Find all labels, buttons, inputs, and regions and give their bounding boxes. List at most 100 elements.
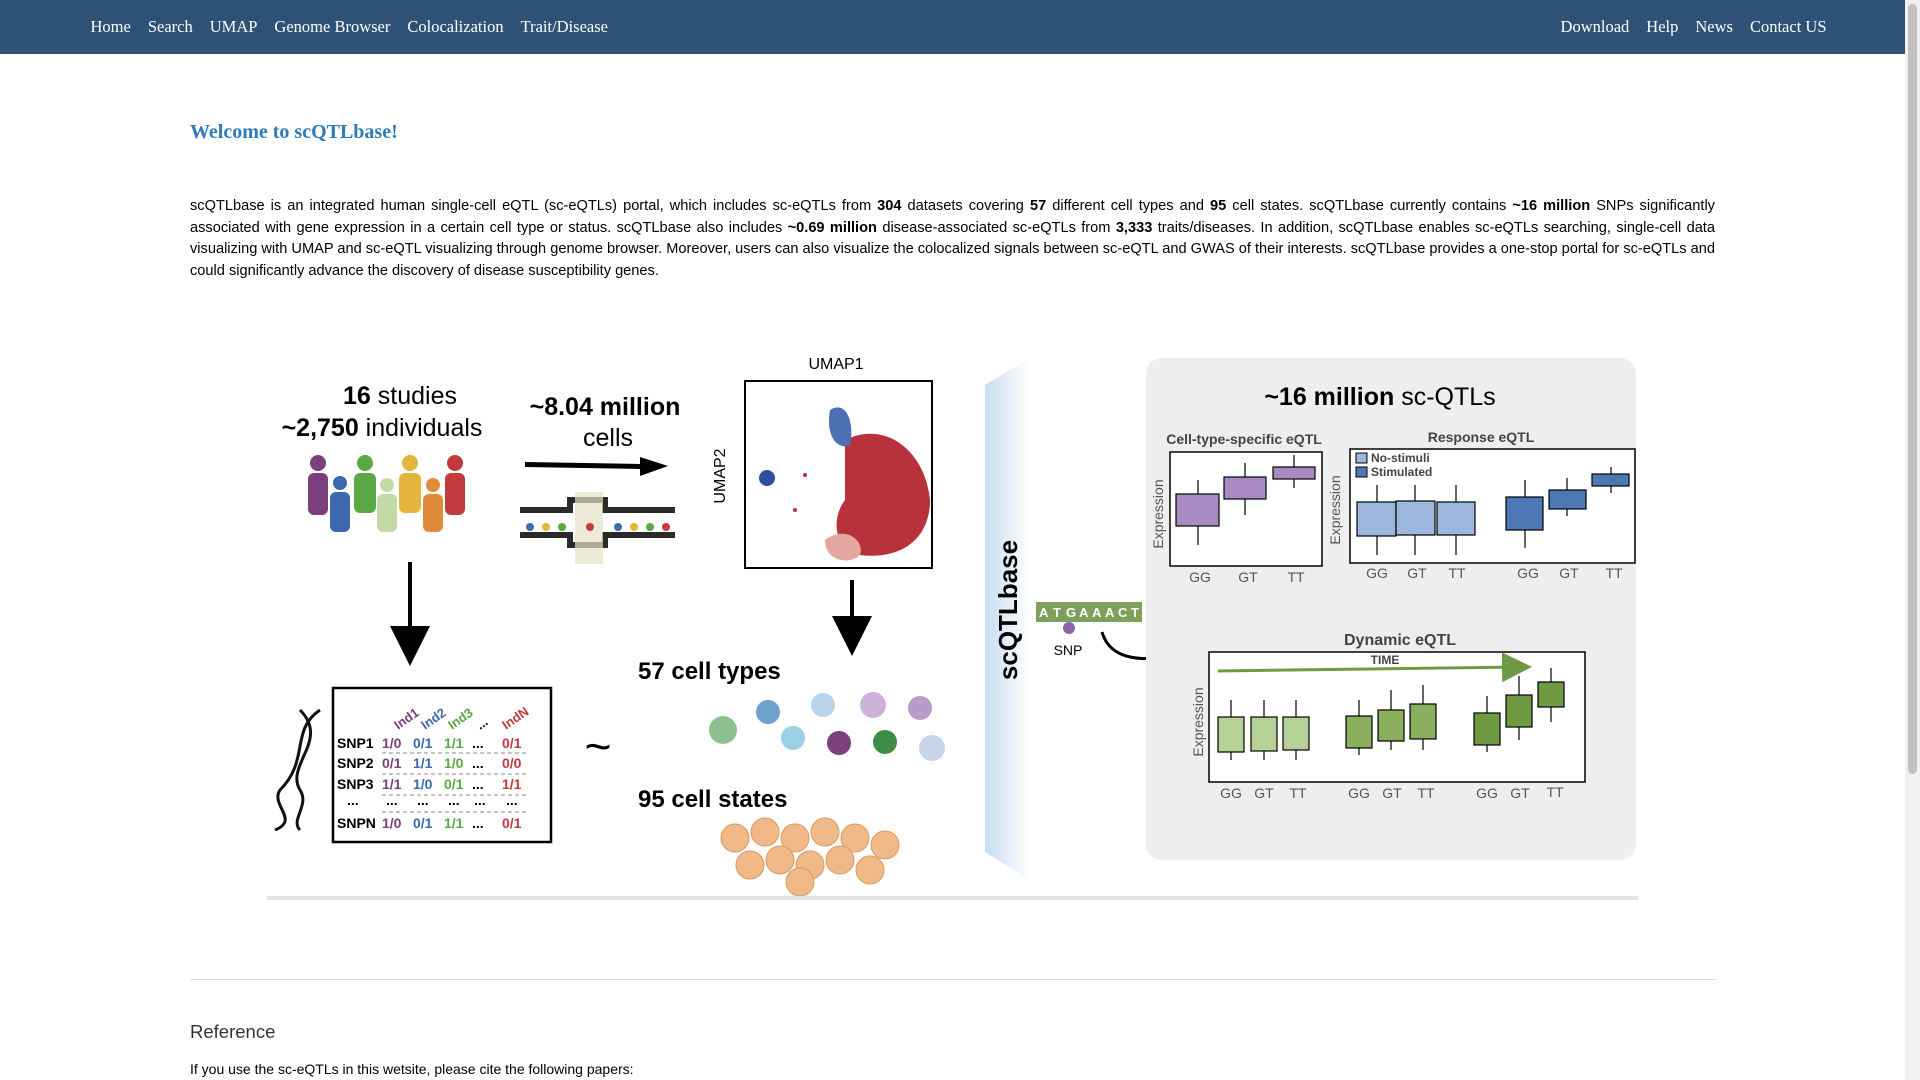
disease-eqtl-count: ~0.69 million <box>787 219 877 236</box>
intro-text: disease-associated sc-eQTLs from <box>876 219 1116 236</box>
scrollbar-thumb[interactable] <box>1908 4 1917 774</box>
matrix-cell: 1/0 <box>444 755 464 771</box>
umap1-label: UMAP1 <box>808 356 863 373</box>
ct-eqtl-title: Cell-type-specific eQTL <box>1166 431 1322 447</box>
resp-eqtl-title: Response eQTL <box>1428 429 1535 445</box>
nav-home[interactable]: Home <box>82 17 139 37</box>
resp-expression-label: Expression <box>1327 475 1343 544</box>
reference-heading: Reference <box>190 1021 276 1042</box>
brand-vertical-label: scQTLbase <box>993 540 1023 680</box>
cell-states-label: 95 cell states <box>638 786 787 813</box>
matrix-cell: 0/1 <box>413 815 433 831</box>
matrix-row-snp: SNP1 <box>337 735 374 751</box>
umap-clusters <box>759 407 930 561</box>
resp-geno-label: GG <box>1517 565 1539 581</box>
nav-umap[interactable]: UMAP <box>201 17 266 37</box>
dyn-geno-label: GT <box>1510 785 1530 801</box>
matrix-row-snp: SNPN <box>337 815 376 831</box>
snp-base: A <box>1092 605 1102 620</box>
snp-base: T <box>1053 605 1061 620</box>
dyn-geno-label: GG <box>1220 785 1242 801</box>
time-label: TIME <box>1371 653 1400 667</box>
individuals-label: ~2,750 individuals <box>282 414 483 442</box>
nav-download[interactable]: Download <box>1552 17 1638 37</box>
ct-geno-label: GT <box>1238 569 1258 585</box>
matrix-cell: 1/0 <box>413 776 433 792</box>
dyn-expression-label: Expression <box>1190 687 1206 756</box>
microfluidic-chip-icon <box>520 492 675 564</box>
intro-text: scQTLbase is an integrated human single-… <box>190 198 878 214</box>
cells-word-label: cells <box>583 424 633 452</box>
snp-label: SNP <box>1054 642 1083 658</box>
dyn-geno-label: GT <box>1254 785 1274 801</box>
nav-colocalization[interactable]: Colocalization <box>399 17 512 37</box>
intro-text: datasets covering <box>901 198 1030 214</box>
matrix-cell: 0/1 <box>382 755 402 771</box>
section-divider <box>190 979 1715 980</box>
matrix-cell: 1/1 <box>502 776 522 792</box>
snp-base: C <box>1118 605 1128 620</box>
matrix-cell: ... <box>448 792 460 808</box>
cell-type-count: 57 <box>1029 198 1047 214</box>
matrix-cell: ... <box>474 792 486 808</box>
people-icon <box>308 455 465 532</box>
nav-trait-disease[interactable]: Trait/Disease <box>512 17 616 37</box>
snp-marker <box>1063 622 1075 634</box>
matrix-cell: 1/1 <box>444 735 464 751</box>
dyn-geno-label: TT <box>1417 785 1435 801</box>
resp-geno-label: GG <box>1366 565 1388 581</box>
matrix-cell: 1/0 <box>382 815 402 831</box>
intro-text: cell states. scQTLbase currently contain… <box>1226 198 1513 214</box>
ct-geno-label: GG <box>1189 569 1211 585</box>
umap2-label: UMAP2 <box>712 448 729 503</box>
resp-geno-label: GT <box>1559 565 1579 581</box>
legend-swatch-no-stimuli <box>1355 452 1368 464</box>
dataset-count: 304 <box>877 198 902 214</box>
matrix-cell: 1/0 <box>382 735 402 751</box>
matrix-row-snp: SNP3 <box>337 776 374 792</box>
matrix-cell: ... <box>472 815 484 831</box>
matrix-cell: ... <box>472 735 484 751</box>
dna-helix-icon <box>274 708 321 832</box>
snp-base: A <box>1039 605 1049 620</box>
dyn-geno-label: GG <box>1476 785 1498 801</box>
nav-right-group: Download Help News Contact US <box>1552 0 1835 54</box>
nav-help[interactable]: Help <box>1638 17 1687 37</box>
cell-state-count: 95 <box>1210 198 1227 214</box>
nav-news[interactable]: News <box>1687 17 1742 37</box>
cell-types-label: 57 cell types <box>638 658 781 685</box>
matrix-cell: ... <box>472 776 484 792</box>
cell-types-icons <box>709 692 945 761</box>
dyn-geno-label: TT <box>1546 784 1564 800</box>
dyn-geno-label: TT <box>1289 785 1307 801</box>
nav-genome-browser[interactable]: Genome Browser <box>266 17 399 37</box>
qtl-count-label: ~16 million sc-QTLs <box>1264 383 1495 411</box>
snp-sequence: A T G A A A C T <box>1036 602 1142 622</box>
snp-base: A <box>1105 605 1115 620</box>
matrix-cell: 0/1 <box>502 815 522 831</box>
cells-count-label: ~8.04 million <box>530 393 681 421</box>
reference-text: If you use the sc-eQTLs in this wetsite,… <box>190 1061 634 1077</box>
vertical-scrollbar[interactable] <box>1905 0 1920 1080</box>
nav-search[interactable]: Search <box>139 17 201 37</box>
dyn-geno-label: GT <box>1382 785 1402 801</box>
studies-label: 16 studies <box>343 382 457 410</box>
matrix-cell: ... <box>506 792 518 808</box>
ct-geno-label: TT <box>1287 569 1305 585</box>
snp-base: G <box>1066 605 1076 620</box>
matrix-cell: ... <box>386 792 398 808</box>
matrix-cell: 0/1 <box>502 735 522 751</box>
arrow-right-icon <box>525 457 668 476</box>
top-navbar: Home Search UMAP Genome Browser Colocali… <box>0 0 1905 54</box>
intro-text: different cell types and <box>1046 198 1211 214</box>
resp-geno-label: TT <box>1448 565 1466 581</box>
nav-left-group: Home Search UMAP Genome Browser Colocali… <box>82 0 616 54</box>
nav-contact-us[interactable]: Contact US <box>1741 17 1835 37</box>
trait-count: 3,333 <box>1115 219 1153 236</box>
matrix-cell: 1/1 <box>413 755 433 771</box>
matrix-row-snp: ... <box>347 792 359 808</box>
legend-stimulated: Stimulated <box>1371 465 1432 479</box>
welcome-heading: Welcome to scQTLbase! <box>190 121 398 143</box>
matrix-cell: ... <box>417 792 429 808</box>
matrix-cell: 0/0 <box>502 755 522 771</box>
